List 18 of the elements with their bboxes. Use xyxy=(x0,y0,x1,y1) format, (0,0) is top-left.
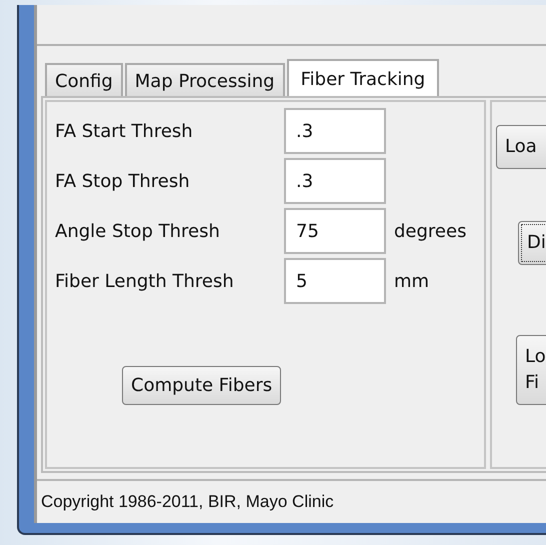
tab[interactable]: Config xyxy=(45,63,123,96)
unit-label: degrees xyxy=(394,220,466,242)
field-label: FA Stop Thresh xyxy=(55,170,191,192)
compute-button[interactable]: Compute Fibers xyxy=(122,366,282,405)
side-button[interactable]: Loa xyxy=(496,125,546,170)
side-button[interactable]: Di xyxy=(518,221,546,266)
status-bar: Copyright 1986-2011, BIR, Mayo Clinic xyxy=(37,479,546,523)
input-field[interactable]: .3 xyxy=(284,158,386,204)
field-label: FA Start Thresh xyxy=(55,120,194,142)
tab[interactable]: Map Processing xyxy=(124,63,285,96)
unit-label: mm xyxy=(394,270,430,292)
input-field[interactable]: 5 xyxy=(284,258,386,304)
field-label: Fiber Length Thresh xyxy=(55,270,235,292)
field-label: Angle Stop Thresh xyxy=(55,220,221,242)
input-field[interactable]: 75 xyxy=(284,208,386,254)
input-field[interactable]: .3 xyxy=(284,108,386,154)
side-button[interactable]: Lo Fi xyxy=(516,335,546,406)
tab[interactable]: Fiber Tracking xyxy=(286,59,440,96)
